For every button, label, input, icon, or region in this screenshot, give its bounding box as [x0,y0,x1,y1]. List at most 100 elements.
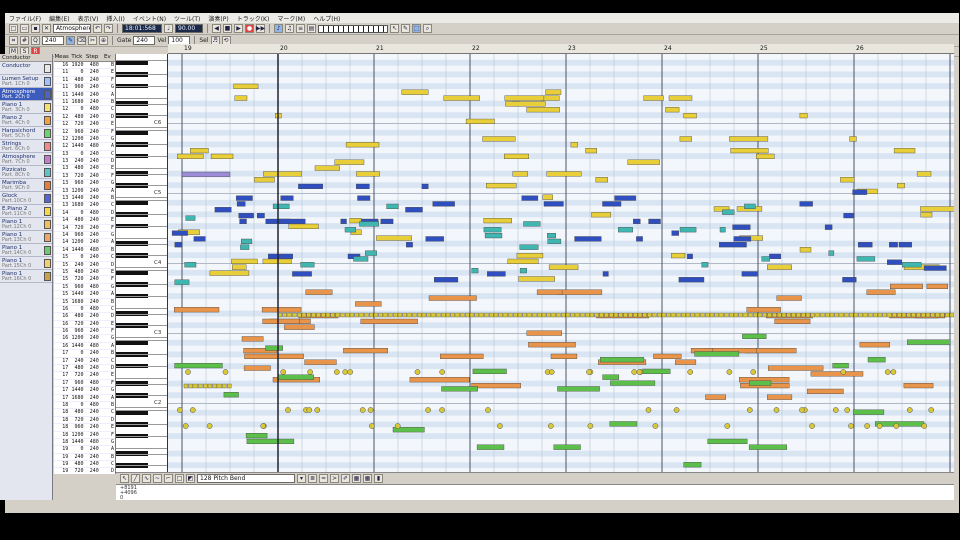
note-tremolo[interactable] [820,312,825,318]
note-tremolo[interactable] [609,312,614,318]
event-row[interactable]: 15 960 480 G [54,284,115,292]
note[interactable] [767,394,793,400]
note[interactable] [898,242,912,248]
column-header[interactable]: Ev [100,54,115,61]
event-row[interactable]: 15 240 240 D [54,262,115,269]
track-item[interactable]: Atmosphere Part. 2Ch 0 [0,88,52,101]
note[interactable] [471,267,479,274]
note[interactable] [707,438,748,445]
note[interactable] [174,279,190,285]
note-short[interactable] [307,369,313,375]
event-row[interactable]: 13 1200 240 A [54,188,115,196]
note-tremolo[interactable] [479,312,484,318]
note[interactable] [231,258,258,265]
column-header[interactable]: Meas [54,54,69,61]
note-tremolo[interactable] [517,312,523,318]
track-item[interactable]: Piano 1 Part.16Ch 0 [0,270,52,283]
open-icon[interactable]: ▭ [20,24,29,33]
note[interactable] [849,136,857,142]
note[interactable] [633,218,641,225]
note-tremolo[interactable] [320,312,326,318]
save-icon[interactable]: ▪ [31,24,40,33]
note[interactable] [840,177,855,183]
black-key[interactable] [116,270,148,276]
note-short[interactable] [222,369,229,375]
note-short[interactable] [631,369,638,375]
note-short[interactable] [260,423,267,429]
note-short[interactable] [425,407,431,413]
note-tremolo[interactable] [594,312,599,318]
note[interactable] [425,236,444,242]
note-short[interactable] [497,423,503,429]
event-row[interactable]: 17 1440 240 G [54,387,115,395]
note[interactable] [591,212,611,218]
note-tremolo[interactable] [484,312,489,318]
note[interactable] [184,262,197,268]
note[interactable] [236,195,253,201]
note[interactable] [842,277,857,283]
note-tremolo[interactable] [287,312,292,318]
note-tremolo[interactable] [781,312,787,318]
track-item[interactable]: Piano 1 Part. 3Ch 0 [0,101,52,114]
note[interactable] [926,283,949,290]
note-tremolo[interactable] [777,312,782,318]
note-tremolo[interactable] [906,312,911,318]
step-tool-icon[interactable]: ⌐ [164,474,173,483]
note[interactable] [799,113,808,119]
note[interactable] [609,421,638,427]
event-row[interactable]: 16 1200 240 G [54,335,115,343]
event-row[interactable]: 15 0 240 C [54,254,115,262]
chevron-down-icon[interactable]: ▾ [297,474,306,483]
note[interactable] [799,201,813,207]
note-tremolo[interactable] [892,312,897,318]
note[interactable] [300,262,315,268]
note-tremolo[interactable] [368,312,374,318]
note[interactable] [741,271,758,277]
note-tremolo[interactable] [198,383,203,389]
mini-keyboard[interactable] [318,24,388,33]
note[interactable] [767,264,792,270]
note-tremolo[interactable] [522,312,527,318]
note-tremolo[interactable] [580,312,585,318]
track-item[interactable]: Piano 2 Part. 4Ch 0 [0,114,52,127]
note-tremolo[interactable] [810,312,815,318]
note[interactable] [380,218,394,225]
event-row[interactable]: 15 1680 240 B [54,299,115,306]
note-tremolo[interactable] [930,312,935,318]
note-tremolo[interactable] [508,312,513,318]
note-tremolo[interactable] [839,312,844,318]
note-tremolo[interactable] [719,312,724,318]
note[interactable] [636,236,643,242]
controller-list-icon[interactable]: ≣ [308,474,317,483]
event-row[interactable]: 15 1440 240 A [54,291,115,299]
note[interactable] [618,227,633,233]
note-short[interactable] [832,407,839,413]
note-short[interactable] [645,407,652,413]
note-tremolo[interactable] [623,312,628,318]
note[interactable] [570,142,578,148]
black-key[interactable] [116,200,148,206]
note-tremolo[interactable] [537,312,542,318]
note-tremolo[interactable] [330,312,336,318]
note-tremolo[interactable] [212,383,217,389]
event-row[interactable]: 16 720 240 E [54,321,115,329]
measure-number[interactable]: 21 [376,45,384,52]
pointer-icon[interactable]: ↖ [390,24,399,33]
note[interactable] [543,201,564,207]
note-tremolo[interactable] [834,312,839,318]
event-row[interactable]: 18 1440 480 G [54,439,115,447]
note[interactable] [209,270,250,276]
note-tremolo[interactable] [344,312,350,318]
note[interactable] [907,339,951,345]
track-color-swatch[interactable] [44,103,51,112]
note-short[interactable] [906,407,913,413]
note[interactable] [627,159,660,165]
note-short[interactable] [773,407,780,413]
note-tremolo[interactable] [503,312,508,318]
note-tremolo[interactable] [585,312,590,318]
note-short[interactable] [280,369,287,375]
note-short[interactable] [586,369,592,375]
note-tremolo[interactable] [412,312,417,318]
note-short[interactable] [359,407,366,413]
note-short[interactable] [687,369,694,375]
